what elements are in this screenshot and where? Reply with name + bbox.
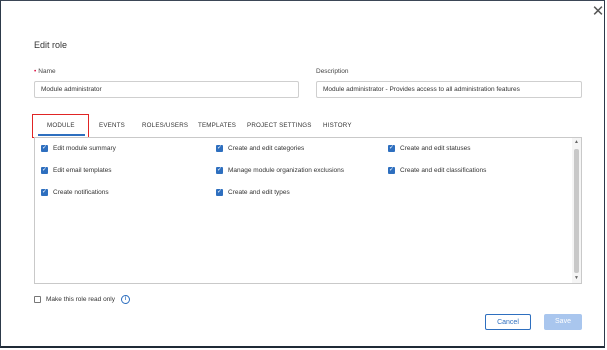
scroll-down-icon[interactable]: ▼: [572, 274, 581, 283]
checkbox-checked-icon: ✓: [388, 167, 395, 174]
checkbox-checked-icon: ✓: [388, 145, 395, 152]
permission-label: Edit module summary: [53, 145, 116, 152]
read-only-checkbox[interactable]: [34, 296, 41, 303]
highlight-box: [32, 114, 89, 138]
permission-create-edit-categories[interactable]: ✓ Create and edit categories: [216, 145, 304, 152]
checkbox-checked-icon: ✓: [216, 167, 223, 174]
checkbox-checked-icon: ✓: [216, 145, 223, 152]
permission-label: Edit email templates: [53, 167, 112, 174]
tab-project-settings[interactable]: PROJECT SETTINGS: [247, 116, 312, 136]
dialog-title: Edit role: [34, 40, 68, 50]
checkbox-checked-icon: ✓: [216, 189, 223, 196]
permission-edit-module-summary[interactable]: ✓ Edit module summary: [41, 145, 116, 152]
name-field[interactable]: Module administrator: [34, 81, 299, 98]
name-label-text: Name: [38, 68, 56, 75]
tab-events[interactable]: EVENTS: [99, 116, 125, 136]
scrollbar[interactable]: ▲ ▼: [572, 138, 581, 283]
tab-templates[interactable]: TEMPLATES: [198, 116, 236, 136]
permission-label: Create and edit statuses: [400, 145, 471, 152]
permissions-panel: ✓ Edit module summary ✓ Create and edit ca…: [34, 137, 582, 284]
cancel-button[interactable]: Cancel: [485, 314, 531, 330]
scroll-up-icon[interactable]: ▲: [572, 138, 581, 147]
permission-label: Create notifications: [53, 189, 109, 196]
info-icon[interactable]: i: [121, 295, 131, 304]
name-label: • Name: [34, 68, 56, 75]
close-icon[interactable]: ✕: [590, 4, 606, 20]
tab-history[interactable]: HISTORY: [323, 116, 352, 136]
permission-create-edit-statuses[interactable]: ✓ Create and edit statuses: [388, 145, 470, 152]
save-button[interactable]: Save: [544, 314, 582, 330]
permission-label: Create and edit classifications: [400, 167, 487, 174]
scroll-thumb[interactable]: [574, 149, 579, 273]
permission-create-notifications[interactable]: ✓ Create notifications: [41, 189, 109, 196]
permission-label: Create and edit types: [228, 189, 290, 196]
permission-create-edit-classifications[interactable]: ✓ Create and edit classifications: [388, 167, 486, 174]
description-field[interactable]: Module administrator - Provides access t…: [316, 81, 582, 98]
permission-label: Manage module organization exclusions: [228, 167, 344, 174]
checkbox-checked-icon: ✓: [41, 189, 48, 196]
permission-manage-org-exclusions[interactable]: ✓ Manage module organization exclusions: [216, 167, 344, 174]
permission-create-edit-types[interactable]: ✓ Create and edit types: [216, 189, 290, 196]
tab-roles-users[interactable]: ROLES/USERS: [142, 116, 188, 136]
permission-label: Create and edit categories: [228, 145, 305, 152]
read-only-label: Make this role read only: [46, 296, 116, 303]
checkbox-checked-icon: ✓: [41, 167, 48, 174]
permission-edit-email-templates[interactable]: ✓ Edit email templates: [41, 167, 112, 174]
description-label: Description: [316, 68, 349, 75]
checkbox-checked-icon: ✓: [41, 145, 48, 152]
required-mark: •: [34, 68, 37, 75]
read-only-option[interactable]: Make this role read only i: [34, 295, 131, 304]
